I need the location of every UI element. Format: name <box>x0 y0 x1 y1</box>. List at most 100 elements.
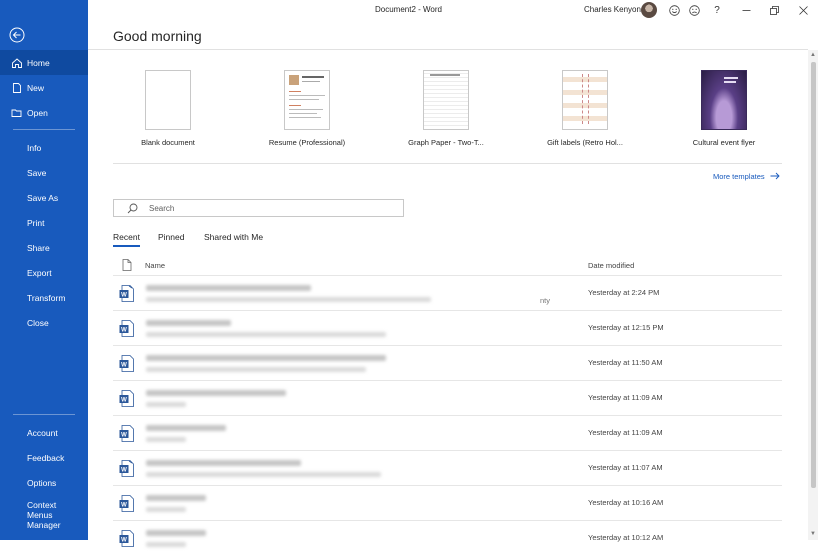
file-name-redacted <box>146 355 386 361</box>
template-gift-labels[interactable]: Gift labels (Retro Hol... <box>525 70 645 147</box>
file-date-modified: Yesterday at 11:09 AM <box>588 393 663 402</box>
vertical-scrollbar[interactable]: ▲ ▼ <box>808 50 818 540</box>
template-name: Resume (Professional) <box>268 138 346 147</box>
sidebar-item-label: Context Menus Manager <box>27 500 61 530</box>
back-arrow-icon[interactable] <box>9 27 25 43</box>
sidebar-item-options[interactable]: Options <box>0 470 88 495</box>
svg-text:W: W <box>121 398 127 404</box>
sidebar-item-label: Account <box>27 427 58 438</box>
file-path-redacted <box>146 402 186 407</box>
template-blank-document[interactable]: Blank document <box>108 70 228 147</box>
more-templates-link[interactable]: More templates <box>713 172 780 181</box>
scroll-up-arrow-icon[interactable]: ▲ <box>810 52 816 58</box>
sidebar-item-share[interactable]: Share <box>0 235 88 260</box>
table-row[interactable]: W Yesterday at 11:07 AM <box>113 450 782 486</box>
svg-text:W: W <box>121 363 127 369</box>
template-name: Blank document <box>141 138 195 147</box>
template-thumbnail <box>562 70 608 130</box>
template-cultural-event-flyer[interactable]: Cultural event flyer <box>664 70 784 147</box>
sidebar-item-open[interactable]: Open <box>0 100 88 125</box>
sidebar-item-context-menus-manager[interactable]: Context Menus Manager <box>0 500 88 530</box>
backstage-sidebar: Home New Open Info Save Save As Print Sh… <box>0 0 88 540</box>
table-row[interactable]: W Yesterday at 11:50 AM <box>113 345 782 381</box>
file-type-column-icon <box>122 259 132 271</box>
sidebar-item-save-as[interactable]: Save As <box>0 185 88 210</box>
help-icon[interactable]: ? <box>710 3 724 17</box>
sidebar-divider <box>13 129 75 130</box>
template-name: Graph Paper - Two-T... <box>408 138 484 147</box>
file-name-redacted <box>146 320 231 326</box>
svg-text:W: W <box>121 468 127 474</box>
word-document-icon: W <box>119 495 134 512</box>
sidebar-item-label: Transform <box>27 292 66 303</box>
title-bar: Document2 - Word Charles Kenyon ? <box>88 0 818 20</box>
sidebar-divider <box>13 414 75 415</box>
word-document-icon: W <box>119 425 134 442</box>
more-templates-label: More templates <box>713 172 765 181</box>
file-date-modified: Yesterday at 12:15 PM <box>588 323 664 332</box>
table-row[interactable]: Wnty Yesterday at 2:24 PM <box>113 275 782 311</box>
svg-text:W: W <box>121 293 127 299</box>
sidebar-item-label: Options <box>27 477 57 488</box>
header-divider <box>88 49 808 50</box>
sidebar-item-label: New <box>27 82 45 93</box>
search-input[interactable] <box>149 202 389 214</box>
file-date-modified: Yesterday at 11:50 AM <box>588 358 663 367</box>
sidebar-item-export[interactable]: Export <box>0 260 88 285</box>
table-row[interactable]: W Yesterday at 12:15 PM <box>113 310 782 346</box>
sidebar-item-feedback[interactable]: Feedback <box>0 445 88 470</box>
template-name: Cultural event flyer <box>692 138 756 147</box>
search-box[interactable] <box>113 199 404 217</box>
table-row[interactable]: W Yesterday at 11:09 AM <box>113 380 782 416</box>
tab-pinned[interactable]: Pinned <box>158 232 184 242</box>
svg-text:W: W <box>121 433 127 439</box>
sidebar-item-save[interactable]: Save <box>0 160 88 185</box>
file-name-redacted <box>146 425 226 431</box>
scrollbar-thumb[interactable] <box>811 62 816 488</box>
smile-feedback-icon[interactable] <box>667 3 681 17</box>
template-graph-paper[interactable]: Graph Paper - Two-T... <box>386 70 506 147</box>
sidebar-item-close[interactable]: Close <box>0 310 88 335</box>
column-header-name[interactable]: Name <box>145 261 165 270</box>
sidebar-item-label: Share <box>27 242 50 253</box>
restore-icon[interactable] <box>767 3 781 17</box>
word-document-icon: W <box>119 530 134 547</box>
folder-open-icon <box>11 109 22 117</box>
sidebar-item-home[interactable]: Home <box>0 50 88 75</box>
sidebar-item-new[interactable]: New <box>0 75 88 100</box>
user-name[interactable]: Charles Kenyon <box>584 5 641 14</box>
file-path-redacted <box>146 367 366 372</box>
sidebar-item-print[interactable]: Print <box>0 210 88 235</box>
sidebar-item-label: Save <box>27 167 47 178</box>
table-row[interactable]: W Yesterday at 10:16 AM <box>113 485 782 521</box>
svg-text:W: W <box>121 503 127 509</box>
file-date-modified: Yesterday at 2:24 PM <box>588 288 660 297</box>
table-row[interactable]: W Yesterday at 10:12 AM <box>113 520 782 556</box>
search-icon <box>127 203 138 214</box>
file-date-modified: Yesterday at 10:16 AM <box>588 498 664 507</box>
template-resume[interactable]: Resume (Professional) <box>247 70 367 147</box>
sidebar-item-account[interactable]: Account <box>0 420 88 445</box>
file-path-tail: nty <box>540 296 551 305</box>
avatar[interactable] <box>641 2 657 18</box>
file-path-redacted <box>146 332 386 337</box>
column-header-date[interactable]: Date modified <box>588 261 634 270</box>
scroll-down-arrow-icon[interactable]: ▼ <box>810 531 816 537</box>
tab-shared-with-me[interactable]: Shared with Me <box>204 232 263 242</box>
svg-text:W: W <box>121 538 127 544</box>
word-document-icon: W <box>119 285 134 302</box>
sidebar-item-transform[interactable]: Transform <box>0 285 88 310</box>
file-path-redacted <box>146 437 186 442</box>
greeting-heading: Good morning <box>113 28 202 44</box>
table-row[interactable]: W Yesterday at 11:09 AM <box>113 415 782 451</box>
minimize-icon[interactable] <box>739 3 753 17</box>
svg-text:W: W <box>121 328 127 334</box>
sidebar-item-label: Print <box>27 217 45 228</box>
close-icon[interactable] <box>796 3 810 17</box>
sidebar-item-label: Home <box>27 57 50 68</box>
templates-divider <box>113 163 782 164</box>
sidebar-item-info[interactable]: Info <box>0 135 88 160</box>
frown-feedback-icon[interactable] <box>687 3 701 17</box>
file-name-redacted <box>146 285 311 291</box>
tab-recent[interactable]: Recent <box>113 232 140 247</box>
